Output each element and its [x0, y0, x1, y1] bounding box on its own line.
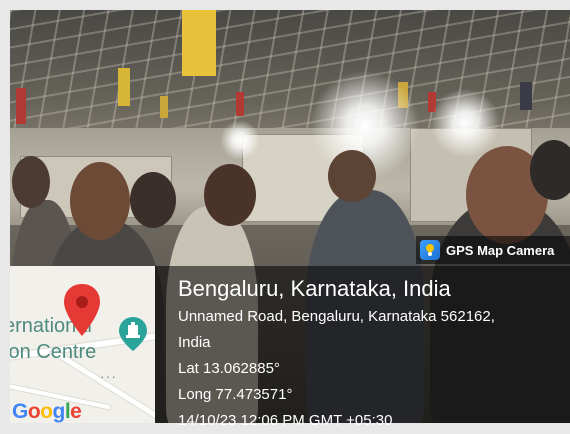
- person-head: [12, 156, 50, 208]
- map-dots: ···: [100, 368, 117, 384]
- address-line-1: Unnamed Road, Bengaluru, Karnataka 56216…: [178, 308, 495, 325]
- hanging-banner: [236, 92, 244, 116]
- address-line-2: India: [178, 334, 211, 351]
- longitude-value: Long 77.473571°: [178, 386, 293, 403]
- hanging-banner: [160, 96, 168, 118]
- hanging-banner: [182, 10, 216, 76]
- map-pin-icon: [62, 282, 102, 343]
- person-head: [70, 162, 130, 240]
- app-name-label: GPS Map Camera: [446, 242, 555, 258]
- map-thumbnail[interactable]: ernational ion Centre ··· Google: [10, 266, 155, 423]
- hanging-banner: [118, 68, 130, 106]
- google-logo: Google: [12, 400, 82, 423]
- person-head: [530, 140, 570, 200]
- location-details: Bengaluru, Karnataka, India Unnamed Road…: [178, 274, 495, 434]
- light-glare: [220, 120, 260, 160]
- gps-map-camera-icon: [420, 240, 440, 260]
- latitude-value: Lat 13.062885°: [178, 360, 280, 377]
- hanging-banner: [520, 82, 532, 110]
- person-head: [204, 164, 256, 226]
- timestamp-value: 14/10/23 12:06 PM GMT +05:30: [178, 412, 393, 429]
- location-title: Bengaluru, Karnataka, India: [178, 276, 451, 301]
- map-place-label: ion Centre: [10, 341, 97, 363]
- light-glare: [430, 88, 500, 158]
- gps-map-camera-tag: GPS Map Camera: [416, 236, 570, 264]
- person-head: [130, 172, 176, 228]
- hanging-banner: [16, 88, 26, 124]
- person-head: [328, 150, 376, 202]
- poi-landmark-icon: [118, 316, 148, 357]
